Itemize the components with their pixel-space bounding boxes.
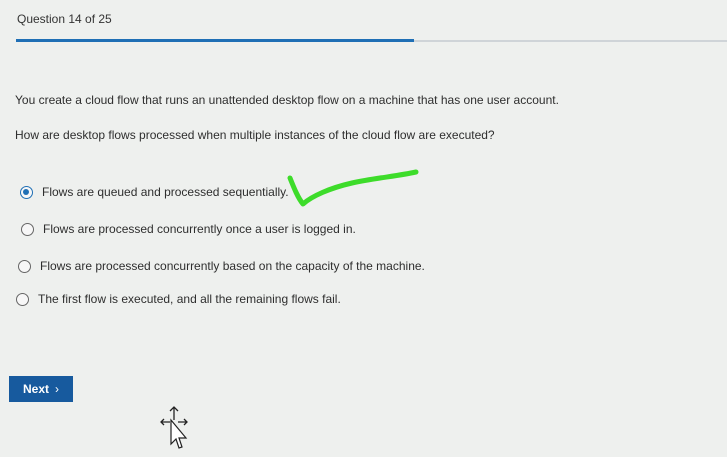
answer-option-1[interactable]: Flows are queued and processed sequentia… bbox=[20, 182, 289, 202]
next-button[interactable]: Next › bbox=[9, 376, 73, 402]
progress-bar-fill bbox=[16, 39, 415, 42]
next-button-label: Next bbox=[22, 382, 49, 396]
question-prompt: How are desktop flows processed when mul… bbox=[15, 128, 495, 142]
radio-button[interactable] bbox=[16, 292, 29, 306]
answer-option-4[interactable]: The first flow is executed, and all the … bbox=[16, 289, 341, 309]
radio-button[interactable] bbox=[20, 185, 33, 199]
progress-bar bbox=[16, 39, 727, 42]
radio-button[interactable] bbox=[18, 259, 31, 273]
answer-option-3[interactable]: Flows are processed concurrently based o… bbox=[18, 256, 425, 276]
answer-option-label: Flows are processed concurrently once a … bbox=[43, 222, 356, 236]
move-cursor-icon bbox=[160, 406, 188, 449]
question-counter: Question 14 of 25 bbox=[17, 12, 112, 26]
radio-button[interactable] bbox=[21, 222, 34, 236]
answer-option-label: Flows are queued and processed sequentia… bbox=[42, 185, 289, 199]
question-page: Question 14 of 25 You create a cloud flo… bbox=[0, 0, 727, 457]
chevron-right-icon: › bbox=[55, 382, 59, 396]
answer-option-label: Flows are processed concurrently based o… bbox=[40, 259, 425, 273]
question-scenario: You create a cloud flow that runs an una… bbox=[15, 93, 559, 107]
answer-option-label: The first flow is executed, and all the … bbox=[38, 292, 341, 306]
checkmark-stroke bbox=[287, 169, 419, 207]
answer-option-2[interactable]: Flows are processed concurrently once a … bbox=[21, 219, 356, 239]
